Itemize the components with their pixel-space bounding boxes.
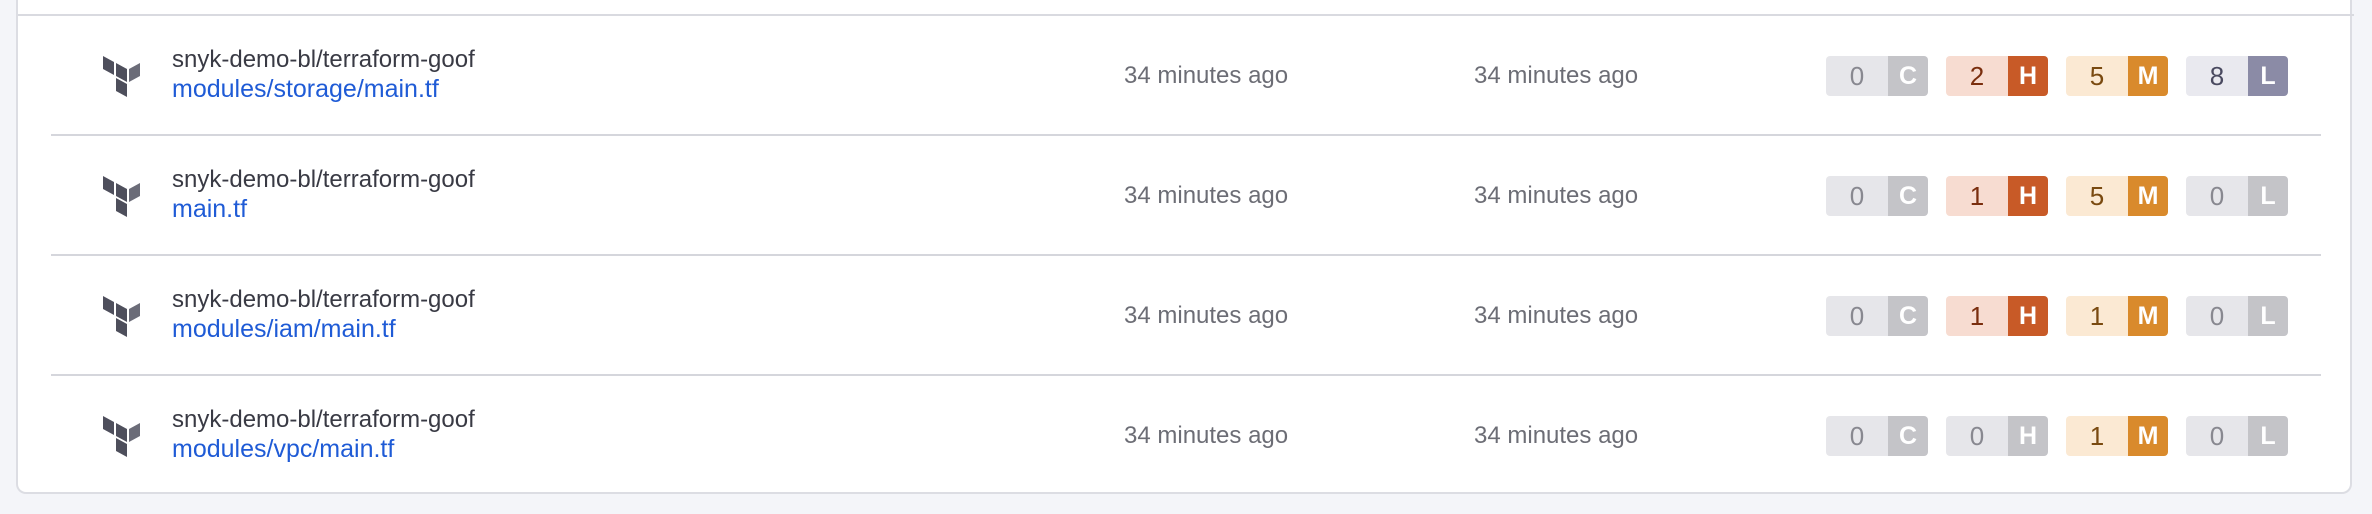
high-count: 2 (1946, 56, 2008, 96)
repo-name: snyk-demo-bl/terraform-goof (172, 166, 475, 193)
medium-issues-badge: 5 M (2066, 56, 2168, 96)
last-tested-time: 34 minutes ago (1474, 422, 1639, 449)
critical-letter: C (1888, 176, 1928, 216)
critical-letter: C (1888, 56, 1928, 96)
critical-issues-badge: 0 C (1826, 56, 1928, 96)
terraform-icon (103, 296, 140, 337)
imported-time: 34 minutes ago (1124, 182, 1289, 209)
critical-count: 0 (1826, 296, 1888, 336)
medium-count: 1 (2066, 296, 2128, 336)
medium-count: 1 (2066, 416, 2128, 456)
low-letter: L (2248, 56, 2288, 96)
last-tested-time: 34 minutes ago (1474, 62, 1639, 89)
repo-name: snyk-demo-bl/terraform-goof (172, 46, 475, 73)
high-count: 1 (1946, 296, 2008, 336)
high-issues-badge: 1 H (1946, 176, 2048, 216)
medium-issues-badge: 5 M (2066, 176, 2168, 216)
medium-letter: M (2128, 56, 2168, 96)
critical-count: 0 (1826, 416, 1888, 456)
file-path-link[interactable]: main.tf (172, 194, 247, 224)
medium-count: 5 (2066, 176, 2128, 216)
high-issues-badge: 2 H (1946, 56, 2048, 96)
high-letter: H (2008, 56, 2048, 96)
terraform-icon (103, 176, 140, 217)
low-issues-badge: 8 L (2186, 56, 2288, 96)
low-count: 8 (2186, 56, 2248, 96)
last-tested-time: 34 minutes ago (1474, 302, 1639, 329)
critical-count: 0 (1826, 176, 1888, 216)
low-issues-badge: 0 L (2186, 296, 2288, 336)
medium-issues-badge: 1 M (2066, 416, 2168, 456)
last-tested-time: 34 minutes ago (1474, 182, 1639, 209)
low-count: 0 (2186, 296, 2248, 336)
medium-letter: M (2128, 416, 2168, 456)
imported-time: 34 minutes ago (1124, 302, 1289, 329)
low-letter: L (2248, 416, 2288, 456)
imported-time: 34 minutes ago (1124, 422, 1289, 449)
medium-letter: M (2128, 176, 2168, 216)
file-path-link[interactable]: modules/iam/main.tf (172, 314, 396, 344)
low-letter: L (2248, 296, 2288, 336)
critical-count: 0 (1826, 56, 1888, 96)
medium-issues-badge: 1 M (2066, 296, 2168, 336)
high-issues-badge: 0 H (1946, 416, 2048, 456)
critical-letter: C (1888, 416, 1928, 456)
low-issues-badge: 0 L (2186, 176, 2288, 216)
imported-time: 34 minutes ago (1124, 62, 1289, 89)
low-count: 0 (2186, 416, 2248, 456)
table-row[interactable]: snyk-demo-bl/terraform-goof main.tf 34 m… (51, 136, 2321, 256)
high-letter: H (2008, 296, 2048, 336)
table-row[interactable]: snyk-demo-bl/terraform-goof modules/iam/… (51, 256, 2321, 376)
terraform-icon (103, 56, 140, 97)
high-letter: H (2008, 416, 2048, 456)
repo-name: snyk-demo-bl/terraform-goof (172, 406, 475, 433)
critical-issues-badge: 0 C (1826, 416, 1928, 456)
critical-issues-badge: 0 C (1826, 176, 1928, 216)
table-row[interactable]: snyk-demo-bl/terraform-goof modules/stor… (51, 16, 2321, 136)
medium-letter: M (2128, 296, 2168, 336)
projects-table-card: snyk-demo-bl/terraform-goof modules/stor… (16, 0, 2354, 494)
critical-letter: C (1888, 296, 1928, 336)
file-path-link[interactable]: modules/vpc/main.tf (172, 434, 394, 464)
terraform-icon (103, 416, 140, 457)
low-issues-badge: 0 L (2186, 416, 2288, 456)
low-letter: L (2248, 176, 2288, 216)
high-letter: H (2008, 176, 2048, 216)
high-count: 1 (1946, 176, 2008, 216)
critical-issues-badge: 0 C (1826, 296, 1928, 336)
repo-name: snyk-demo-bl/terraform-goof (172, 286, 475, 313)
file-path-link[interactable]: modules/storage/main.tf (172, 74, 439, 104)
table-row[interactable]: snyk-demo-bl/terraform-goof modules/vpc/… (51, 376, 2321, 494)
low-count: 0 (2186, 176, 2248, 216)
high-count: 0 (1946, 416, 2008, 456)
high-issues-badge: 1 H (1946, 296, 2048, 336)
medium-count: 5 (2066, 56, 2128, 96)
